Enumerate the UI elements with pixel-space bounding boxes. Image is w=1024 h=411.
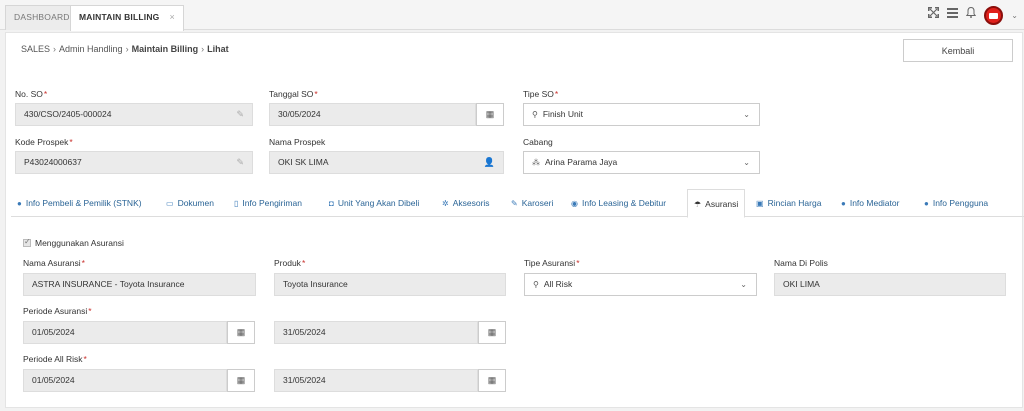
breadcrumb-separator: › — [201, 44, 205, 54]
fullscreen-icon[interactable] — [928, 5, 940, 25]
nama-asuransi-field: ASTRA INSURANCE - Toyota Insurance — [23, 273, 256, 296]
tab-dokumen[interactable]: ▭ Dokumen — [166, 189, 214, 217]
tab-maintain-billing-label: MAINTAIN BILLING — [79, 12, 160, 22]
produk-label: Produk* — [274, 258, 306, 268]
breadcrumb-sales[interactable]: SALES — [21, 44, 50, 54]
main-panel: SALES › Admin Handling › Maintain Billing › Li… — [5, 32, 1024, 408]
cabang-select[interactable]: ⁂ Arina Parama Jaya ⌄ — [523, 151, 760, 174]
car-icon: ◘ — [329, 199, 334, 208]
sitemap-icon: ⁂ — [532, 158, 540, 167]
no-so-field: 430/CSO/2405-000024 ✎ — [15, 103, 253, 126]
pencil-icon: ✎ — [236, 109, 244, 119]
tab-info-leasing[interactable]: ◉ Info Leasing & Debitur — [571, 189, 666, 217]
top-tab-bar: DASHBOARD MAINTAIN BILLING × ⌄ — [0, 0, 1024, 31]
tanggal-so-field: 30/05/2024 — [269, 103, 476, 126]
tanggal-so-label: Tanggal SO* — [269, 89, 318, 99]
nama-prospek-field: OKI SK LIMA 👤 — [269, 151, 504, 174]
bell-icon[interactable] — [966, 5, 977, 25]
tab-info-pengiriman[interactable]: ▯ Info Pengiriman — [234, 189, 302, 217]
tab-dashboard-label: DASHBOARD — [14, 12, 70, 22]
menu-icon[interactable] — [947, 5, 959, 25]
tab-rincian-harga[interactable]: ▣ Rincian Harga — [756, 189, 821, 217]
periode-asuransi-end-field: 31/05/2024 — [274, 321, 478, 344]
menggunakan-asuransi-checkbox[interactable]: Menggunakan Asuransi — [23, 237, 124, 248]
wrench-icon: ✎ — [511, 199, 518, 208]
cabang-label: Cabang — [523, 137, 553, 147]
kode-prospek-label: Kode Prospek* — [15, 137, 73, 147]
calendar-icon[interactable]: ▦ — [227, 321, 255, 344]
tab-info-mediator[interactable]: ● Info Mediator — [841, 189, 899, 217]
tab-info-pengguna[interactable]: ● Info Pengguna — [924, 189, 988, 217]
eye-icon: ◉ — [571, 199, 578, 208]
tipe-asuransi-label: Tipe Asuransi* — [524, 258, 580, 268]
breadcrumb-separator: › — [53, 44, 57, 54]
nama-prospek-label: Nama Prospek — [269, 137, 326, 147]
user-icon: 👤 — [483, 157, 495, 167]
money-icon: ▣ — [756, 199, 764, 208]
top-toolbar: ⌄ — [928, 5, 1018, 25]
checkbox-label: Menggunakan Asuransi — [35, 238, 124, 248]
tab-karoseri[interactable]: ✎ Karoseri — [511, 189, 553, 217]
checkbox-icon[interactable] — [23, 237, 31, 247]
chevron-down-icon: ⌄ — [743, 158, 750, 167]
search-icon: ⚲ — [533, 280, 539, 289]
tab-maintain-billing[interactable]: MAINTAIN BILLING × — [70, 5, 184, 31]
tab-aksesoris[interactable]: ✲ Aksesoris — [442, 189, 490, 217]
breadcrumb-separator: › — [125, 44, 129, 54]
periode-asuransi-label: Periode Asuransi* — [23, 306, 92, 316]
calendar-icon[interactable]: ▦ — [227, 369, 255, 392]
user-avatar[interactable] — [984, 5, 1004, 25]
users-icon: ● — [841, 199, 846, 208]
umbrella-icon: ☂ — [694, 200, 702, 209]
search-icon: ⚲ — [532, 110, 538, 119]
periode-all-risk-end-field: 31/05/2024 — [274, 369, 478, 392]
tipe-asuransi-select[interactable]: ⚲ All Risk ⌄ — [524, 273, 757, 296]
pencil-icon: ✎ — [236, 157, 244, 167]
kode-prospek-field: P43024000637 ✎ — [15, 151, 253, 174]
user-icon: ● — [17, 199, 22, 208]
user-icon: ● — [924, 199, 929, 208]
breadcrumb-admin-handling[interactable]: Admin Handling — [59, 44, 123, 54]
tipe-so-label: Tipe SO* — [523, 89, 559, 99]
no-so-label: No. SO* — [15, 89, 48, 99]
nama-di-polis-label: Nama Di Polis — [774, 258, 828, 268]
breadcrumb: SALES › Admin Handling › Maintain Billing › Li… — [21, 44, 229, 54]
chevron-down-icon: ⌄ — [740, 280, 747, 289]
periode-all-risk-start-field: 01/05/2024 — [23, 369, 227, 392]
produk-field: Toyota Insurance — [274, 273, 506, 296]
tab-dashboard[interactable]: DASHBOARD — [5, 5, 79, 30]
folder-icon: ▭ — [166, 199, 174, 208]
section-tabs: ● Info Pembeli & Pemilik (STNK) ▭ Dokumen … — [11, 189, 1024, 218]
tab-asuransi[interactable]: ☂ Asuransi — [687, 189, 746, 218]
tab-info-pembeli[interactable]: ● Info Pembeli & Pemilik (STNK) — [17, 189, 142, 217]
close-icon[interactable]: × — [169, 12, 174, 22]
tipe-so-select[interactable]: ⚲ Finish Unit ⌄ — [523, 103, 760, 126]
chevron-down-icon[interactable]: ⌄ — [1011, 11, 1018, 20]
periode-asuransi-start-field: 01/05/2024 — [23, 321, 227, 344]
chevron-down-icon: ⌄ — [743, 110, 750, 119]
nama-di-polis-field: OKI LIMA — [774, 273, 1006, 296]
gears-icon: ✲ — [442, 199, 449, 208]
map-icon: ▯ — [234, 199, 239, 208]
breadcrumb-maintain-billing[interactable]: Maintain Billing — [132, 44, 199, 54]
back-button[interactable]: Kembali — [903, 39, 1013, 62]
calendar-icon[interactable]: ▦ — [478, 369, 506, 392]
calendar-icon[interactable]: ▦ — [478, 321, 506, 344]
calendar-icon[interactable]: ▦ — [476, 103, 504, 126]
tab-unit-yang-akan-dibeli[interactable]: ◘ Unit Yang Akan Dibeli — [329, 189, 419, 217]
periode-all-risk-label: Periode All Risk* — [23, 354, 87, 364]
breadcrumb-lihat: Lihat — [207, 44, 229, 54]
nama-asuransi-label: Nama Asuransi* — [23, 258, 85, 268]
